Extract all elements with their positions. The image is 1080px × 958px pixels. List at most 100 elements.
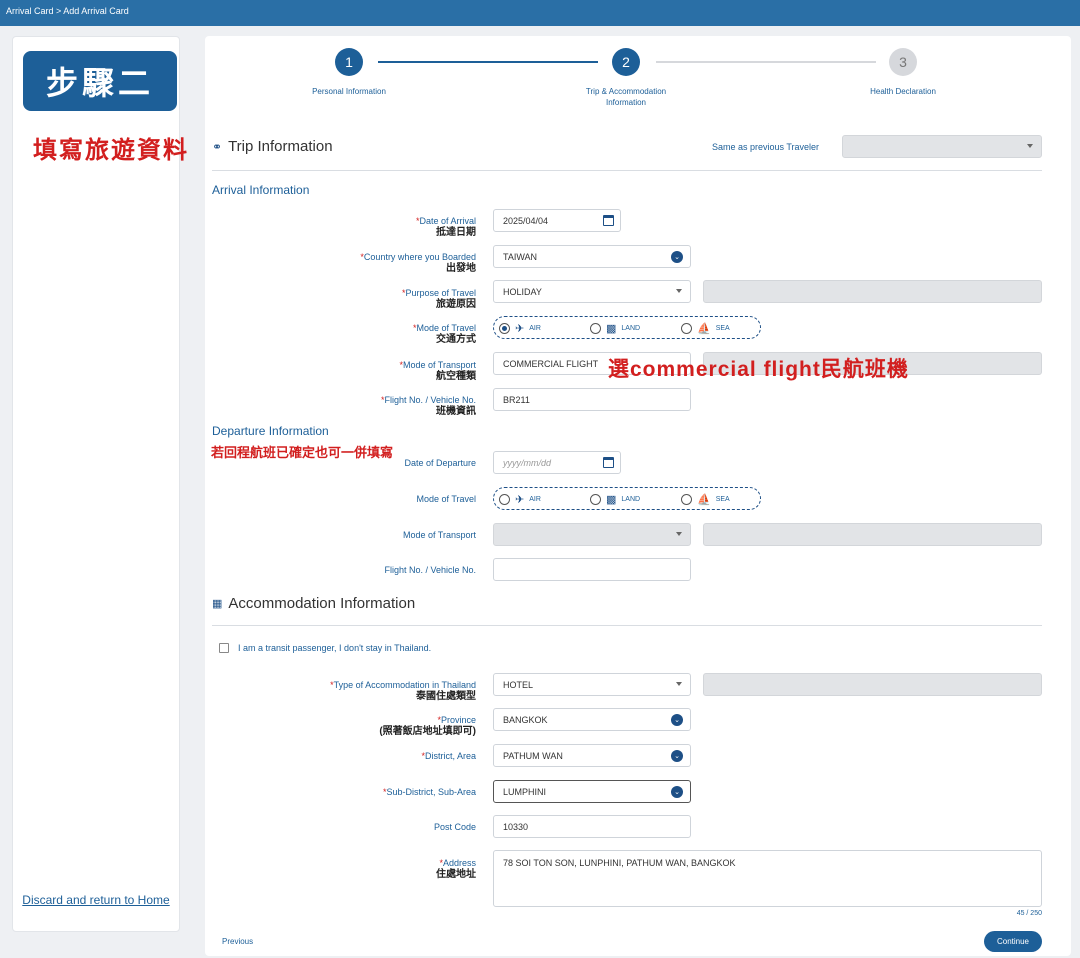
- subdistrict-select[interactable]: LUMPHINI ⌄: [493, 780, 691, 803]
- flight-no-label: *Flight No. / Vehicle No. 班機資訊: [380, 395, 476, 417]
- divider: [212, 625, 1042, 626]
- building-icon: ▦: [212, 598, 223, 610]
- departure-radio-air[interactable]: ✈ AIR: [499, 493, 541, 506]
- calendar-icon[interactable]: [603, 457, 614, 468]
- same-as-previous-label: Same as previous Traveler: [712, 142, 820, 152]
- flight-no-input[interactable]: BR211: [493, 388, 691, 411]
- trip-information-title: ⚭ Trip Information: [212, 138, 333, 155]
- globe-icon: ⚭: [212, 139, 223, 154]
- radio-air-button[interactable]: [499, 323, 510, 334]
- accommodation-type-value: HOTEL: [503, 679, 534, 690]
- mode-of-travel-label: *Mode of Travel 交通方式: [412, 323, 476, 345]
- subdistrict-value: LUMPHINI: [503, 786, 547, 797]
- address-char-counter: 45 / 250: [1016, 910, 1042, 917]
- stepper-line-2: [656, 61, 876, 63]
- purpose-select[interactable]: HOLIDAY: [493, 280, 691, 303]
- departure-flight-no-input[interactable]: [493, 558, 691, 581]
- trip-information-title-text: Trip Information: [228, 138, 333, 155]
- ship-icon: ⛵: [697, 323, 711, 335]
- ship-icon: ⛵: [697, 494, 711, 506]
- departure-radio-air-button[interactable]: [499, 494, 510, 505]
- subdistrict-label: *Sub-District, Sub-Area: [382, 787, 476, 797]
- car-icon: ▩: [606, 494, 617, 506]
- transit-passenger-checkbox[interactable]: [219, 643, 229, 653]
- purpose-other-input: [703, 280, 1042, 303]
- step-1-circle[interactable]: 1: [335, 48, 363, 76]
- step-2-label: Trip & Accommodation Information: [585, 87, 667, 107]
- car-icon: ▩: [606, 323, 617, 335]
- commercial-flight-annotation: 選commercial flight民航班機: [608, 358, 909, 381]
- previous-link[interactable]: Previous: [222, 937, 253, 946]
- departure-radio-land-button[interactable]: [590, 494, 601, 505]
- chevron-down-icon: ⌄: [671, 750, 683, 762]
- accommodation-type-select[interactable]: HOTEL: [493, 673, 691, 696]
- accommodation-type-other-input: [703, 673, 1042, 696]
- post-code-label: Post Code: [433, 822, 476, 832]
- district-select[interactable]: PATHUM WAN ⌄: [493, 744, 691, 767]
- departure-information-heading: Departure Information: [212, 424, 329, 438]
- accommodation-type-label: *Type of Accommodation in Thailand 泰國住處類…: [330, 680, 476, 702]
- caret-down-icon: [1027, 144, 1033, 148]
- arrival-information-heading: Arrival Information: [212, 183, 310, 197]
- sidebar: [12, 36, 180, 932]
- province-select[interactable]: BANGKOK ⌄: [493, 708, 691, 731]
- purpose-value: HOLIDAY: [503, 286, 542, 297]
- post-code-input[interactable]: 10330: [493, 815, 691, 838]
- province-value: BANGKOK: [503, 714, 548, 725]
- caret-down-icon: [676, 682, 682, 686]
- district-label: *District, Area: [421, 751, 476, 761]
- chevron-down-icon: ⌄: [671, 251, 683, 263]
- departure-mode-of-travel-label: Mode of Travel: [416, 494, 476, 504]
- step-badge-overlay: 步驟二: [23, 51, 177, 111]
- date-of-arrival-input[interactable]: 2025/04/04: [493, 209, 621, 232]
- radio-land-button[interactable]: [590, 323, 601, 334]
- discard-and-return-link[interactable]: Discard and return to Home: [20, 893, 172, 908]
- caret-down-icon: [676, 532, 682, 536]
- same-as-previous-select[interactable]: [842, 135, 1042, 158]
- radio-land[interactable]: ▩ LAND: [590, 322, 640, 335]
- step-2-circle[interactable]: 2: [612, 48, 640, 76]
- purpose-label: *Purpose of Travel 旅遊原因: [401, 288, 476, 310]
- fill-trip-annotation: 填寫旅遊資料: [33, 137, 189, 164]
- chevron-down-icon: ⌄: [671, 714, 683, 726]
- country-boarded-select[interactable]: TAIWAN ⌄: [493, 245, 691, 268]
- radio-sea[interactable]: ⛵ SEA: [681, 322, 730, 335]
- radio-sea-button[interactable]: [681, 323, 692, 334]
- province-label: *Province (照著飯店地址填即可): [379, 715, 476, 737]
- address-label: *Address 住處地址: [436, 858, 476, 880]
- continue-button[interactable]: Continue: [984, 931, 1042, 952]
- airplane-icon: ✈: [515, 494, 525, 506]
- departure-mode-of-transport-select: [493, 523, 691, 546]
- departure-mode-of-transport-other-input: [703, 523, 1042, 546]
- departure-radio-sea-button[interactable]: [681, 494, 692, 505]
- district-value: PATHUM WAN: [503, 750, 563, 761]
- airplane-icon: ✈: [515, 323, 525, 335]
- departure-flight-no-label: Flight No. / Vehicle No.: [384, 565, 476, 575]
- caret-down-icon: [676, 289, 682, 293]
- calendar-icon[interactable]: [603, 215, 614, 226]
- stepper-line-1: [378, 61, 598, 63]
- radio-air[interactable]: ✈ AIR: [499, 322, 541, 335]
- mode-of-transport-value: COMMERCIAL FLIGHT: [503, 358, 599, 369]
- mode-of-travel-radio-group: ✈ AIR ▩ LAND ⛵ SEA: [493, 316, 761, 339]
- chevron-down-icon: ⌄: [671, 786, 683, 798]
- step-3-label: Health Declaration: [870, 87, 936, 96]
- date-of-arrival-label: *Date of Arrival 抵達日期: [415, 216, 476, 238]
- departure-mode-of-travel-radio-group: ✈ AIR ▩ LAND ⛵ SEA: [493, 487, 761, 510]
- mode-of-transport-label: *Mode of Transport 航空種類: [399, 360, 476, 382]
- date-of-departure-placeholder: yyyy/mm/dd: [503, 457, 552, 468]
- breadcrumb: Arrival Card > Add Arrival Card: [6, 6, 129, 16]
- divider: [212, 170, 1042, 171]
- transit-passenger-label: I am a transit passenger, I don't stay i…: [238, 643, 432, 653]
- departure-radio-sea[interactable]: ⛵ SEA: [681, 493, 730, 506]
- date-of-arrival-value: 2025/04/04: [503, 215, 549, 226]
- date-of-departure-label: Date of Departure: [404, 458, 476, 468]
- step-3-circle: 3: [889, 48, 917, 76]
- departure-radio-land[interactable]: ▩ LAND: [590, 493, 640, 506]
- date-of-departure-input[interactable]: yyyy/mm/dd: [493, 451, 621, 474]
- address-textarea[interactable]: 78 SOI TON SON, LUNPHINI, PATHUM WAN, BA…: [493, 850, 1042, 907]
- step-1-label: Personal Information: [312, 87, 386, 96]
- address-value: 78 SOI TON SON, LUNPHINI, PATHUM WAN, BA…: [503, 858, 736, 868]
- departure-mode-of-transport-label: Mode of Transport: [402, 530, 476, 540]
- post-code-value: 10330: [503, 821, 529, 832]
